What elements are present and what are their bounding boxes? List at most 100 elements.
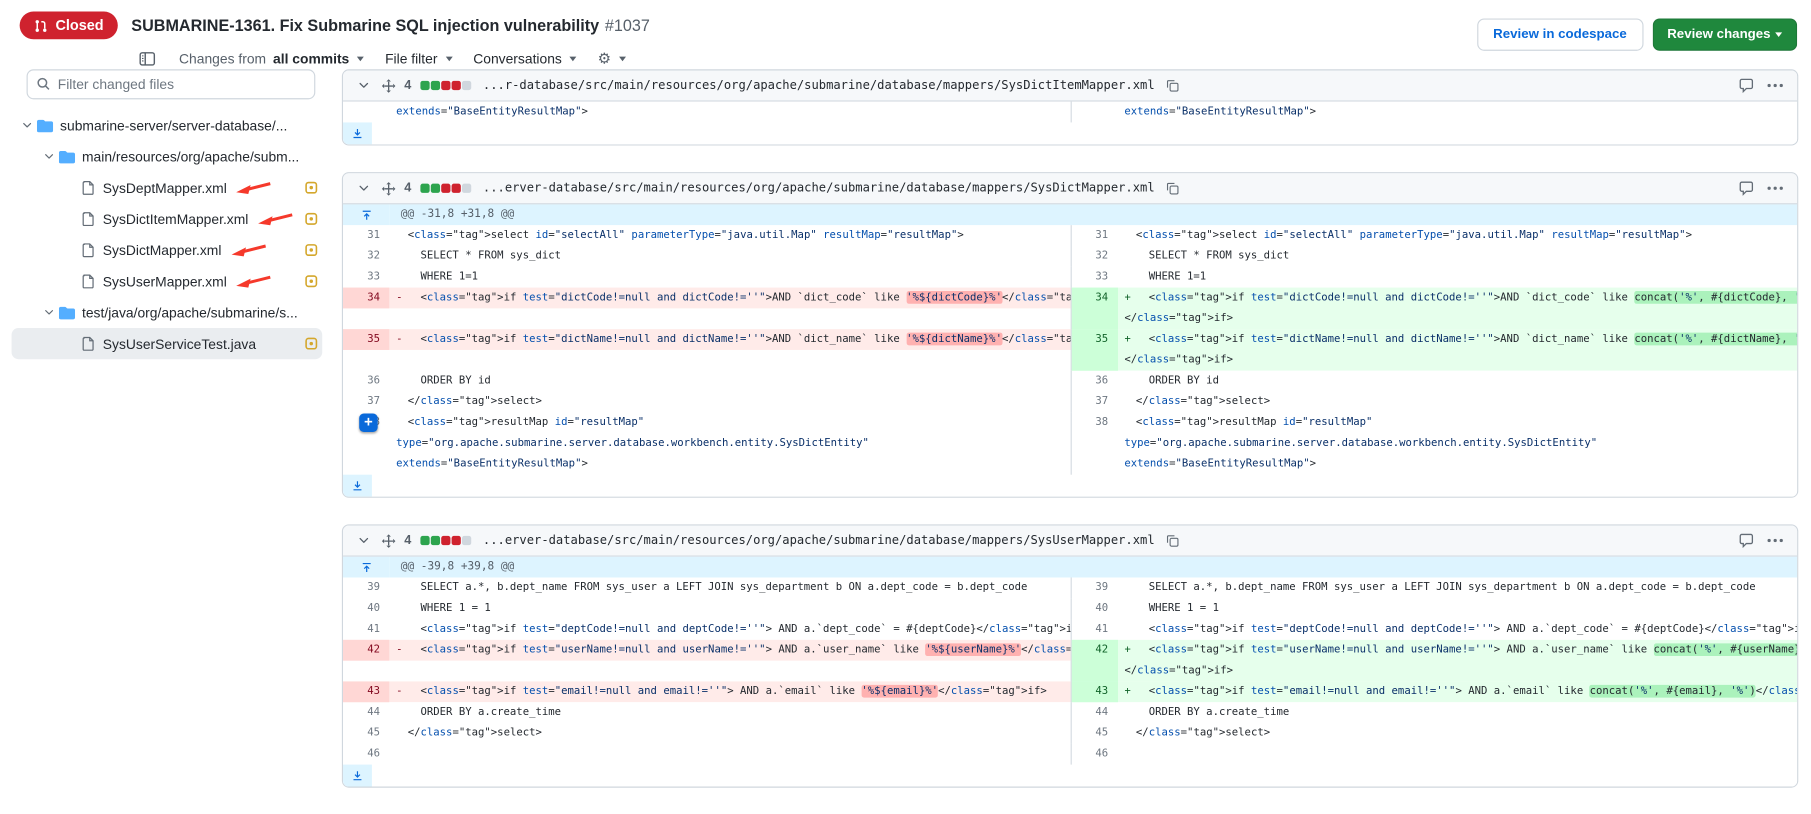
copy-path-button[interactable] <box>1163 532 1181 548</box>
line-number[interactable] <box>343 102 389 123</box>
modified-status-icon <box>305 213 318 226</box>
collapse-file-button[interactable] <box>355 532 373 548</box>
code-line: <class="tag">resultMap id="resultMap" <box>1124 412 1797 433</box>
review-changes-button[interactable]: Review changes <box>1652 18 1797 50</box>
expand-down-button[interactable] <box>343 765 372 787</box>
line-number[interactable]: 40 <box>1071 598 1117 619</box>
tree-file-sysusermapper-xml[interactable]: SysUserMapper.xml <box>12 266 323 297</box>
line-number[interactable]: 42 <box>1071 640 1117 682</box>
tree-file-sysdictitemmapper-xml[interactable]: SysDictItemMapper.xml <box>12 203 323 234</box>
line-number[interactable]: 36 <box>343 371 389 392</box>
file-options-button[interactable] <box>1765 82 1786 89</box>
code-line: - <class="tag">if test="dictCode!=null a… <box>396 288 1070 309</box>
kebab-menu-icon <box>1767 186 1783 191</box>
line-number[interactable]: 39 <box>343 577 389 598</box>
tree-item-label: SysUserMapper.xml <box>103 273 227 289</box>
copy-path-button[interactable] <box>1163 77 1181 93</box>
annotation-arrow-icon <box>255 211 294 226</box>
diff-row: 36 ORDER BY id36 ORDER BY id <box>343 371 1797 392</box>
copy-path-button[interactable] <box>1163 180 1181 196</box>
drag-handle[interactable] <box>381 78 396 93</box>
line-number[interactable]: 39 <box>1071 577 1117 598</box>
diff-row: 41 <class="tag">if test="deptCode!=null … <box>343 619 1797 640</box>
code-line: extends="BaseEntityResultMap"> <box>1124 102 1797 123</box>
code-line: </class="tag">if> <box>1124 308 1797 329</box>
file-options-button[interactable] <box>1765 537 1786 544</box>
pr-title: SUBMARINE-1361. Fix Submarine SQL inject… <box>131 16 650 34</box>
line-number[interactable]: 40 <box>343 598 389 619</box>
line-number[interactable]: 34 <box>343 288 389 309</box>
expand-hunk-button[interactable] <box>343 204 389 225</box>
add-comment-button[interactable]: + <box>359 413 377 431</box>
line-number[interactable] <box>1071 102 1117 123</box>
line-number[interactable]: 45 <box>1071 723 1117 744</box>
diff-file-header: 4...erver-database/src/main/resources/or… <box>343 526 1797 557</box>
line-number[interactable]: 36 <box>1071 371 1117 392</box>
code-line: SELECT * FROM sys_dict <box>1124 246 1797 267</box>
comment-toggle-button[interactable] <box>1736 179 1757 197</box>
copy-icon <box>1165 79 1179 93</box>
line-number[interactable]: 46 <box>343 744 389 765</box>
line-number[interactable]: 34 <box>1071 288 1117 330</box>
drag-handle[interactable] <box>381 533 396 548</box>
tree-file-sysuserservicetest-java[interactable]: SysUserServiceTest.java <box>12 328 323 359</box>
line-number[interactable]: 32 <box>343 246 389 267</box>
tree-item-label: SysDictItemMapper.xml <box>103 211 249 227</box>
diff-settings-dropdown[interactable]: ⚙ <box>598 50 626 68</box>
file-path-link[interactable]: ...erver-database/src/main/resources/org… <box>483 534 1155 548</box>
file-options-button[interactable] <box>1765 185 1786 192</box>
comment-toggle-button[interactable] <box>1736 531 1757 549</box>
changes-from-dropdown[interactable]: Changes from all commits <box>179 51 364 67</box>
file-filter-dropdown[interactable]: File filter <box>385 51 452 67</box>
line-number[interactable]: 45 <box>343 723 389 744</box>
line-number[interactable]: 42 <box>343 640 389 661</box>
line-number[interactable]: 46 <box>1071 744 1117 765</box>
line-number[interactable]: +38 <box>343 412 389 474</box>
code-line <box>1124 744 1797 765</box>
line-number[interactable]: 35 <box>1071 329 1117 371</box>
expand-hunk-button[interactable] <box>343 557 389 578</box>
tree-folder-submarine-server-server-database[interactable]: submarine-server/server-database/... <box>12 110 323 141</box>
diff-row: 46 46 <box>343 744 1797 765</box>
code-line: SELECT * FROM sys_dict <box>396 246 1070 267</box>
line-number[interactable]: 44 <box>1071 702 1117 723</box>
annotation-arrow-icon <box>234 180 273 195</box>
line-number[interactable]: 37 <box>1071 392 1117 413</box>
tree-file-sysdictmapper-xml[interactable]: SysDictMapper.xml <box>12 234 323 265</box>
tree-folder-main-resources-org-apache-subm[interactable]: main/resources/org/apache/subm... <box>12 141 323 172</box>
comment-toggle-button[interactable] <box>1736 76 1757 94</box>
line-number[interactable]: 31 <box>1071 225 1117 246</box>
review-in-codespace-button[interactable]: Review in codespace <box>1477 18 1643 50</box>
drag-handle[interactable] <box>381 181 396 196</box>
line-number[interactable]: 44 <box>343 702 389 723</box>
line-number[interactable]: 38 <box>1071 412 1117 474</box>
diff-row: 37 </class="tag">select>37 </class="tag"… <box>343 392 1797 413</box>
line-number[interactable]: 35 <box>343 329 389 350</box>
diffstat-squares <box>419 184 471 193</box>
code-line: </class="tag">if> <box>1124 661 1797 682</box>
line-number[interactable]: 41 <box>1071 619 1117 640</box>
filter-changed-files-input[interactable] <box>27 69 316 99</box>
tree-file-sysdeptmapper-xml[interactable]: SysDeptMapper.xml <box>12 172 323 203</box>
line-number[interactable]: 43 <box>1071 681 1117 702</box>
diff-row: 32 SELECT * FROM sys_dict32 SELECT * FRO… <box>343 246 1797 267</box>
line-number[interactable]: 31 <box>343 225 389 246</box>
conversations-dropdown[interactable]: Conversations <box>473 51 577 67</box>
expand-down-button[interactable] <box>343 475 372 497</box>
file-path-link[interactable]: ...r-database/src/main/resources/org/apa… <box>483 79 1155 93</box>
line-number[interactable]: 43 <box>343 681 389 702</box>
collapse-file-button[interactable] <box>355 77 373 93</box>
file-path-link[interactable]: ...erver-database/src/main/resources/org… <box>483 181 1155 195</box>
collapse-file-button[interactable] <box>355 180 373 196</box>
line-number[interactable]: 33 <box>343 267 389 288</box>
line-number[interactable]: 33 <box>1071 267 1117 288</box>
comment-icon <box>1738 532 1754 548</box>
line-number[interactable]: 41 <box>343 619 389 640</box>
line-number[interactable]: 37 <box>343 392 389 413</box>
expand-down-button[interactable] <box>343 122 372 144</box>
file-tree-toggle-button[interactable] <box>136 50 158 68</box>
code-line: + <class="tag">if test="email!=null and … <box>1124 681 1797 702</box>
tree-folder-test-java-org-apache-submarine-s[interactable]: test/java/org/apache/submarine/s... <box>12 297 323 328</box>
folder-icon <box>59 148 75 164</box>
line-number[interactable]: 32 <box>1071 246 1117 267</box>
